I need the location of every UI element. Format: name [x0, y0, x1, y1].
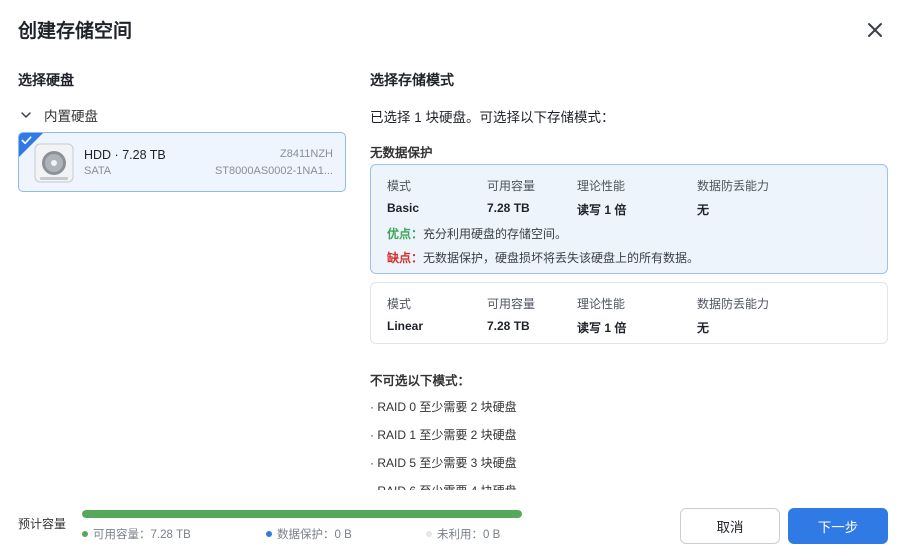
- col-header-mode: 模式: [387, 179, 412, 193]
- cons-text: 无数据保护，硬盘损坏将丢失该硬盘上的所有数据。: [423, 251, 700, 265]
- mode-capacity: 7.28 TB: [487, 201, 530, 215]
- col-header-performance: 理论性能: [577, 179, 626, 193]
- capacity-bar: [82, 510, 522, 518]
- legend-unused: 未利用：0 B: [426, 526, 500, 542]
- mode-pros: 优点：充分利用硬盘的存储空间。: [387, 225, 567, 242]
- next-button[interactable]: 下一步: [788, 508, 888, 544]
- legend-dot-unused: [426, 531, 432, 537]
- hard-drive-icon: [34, 143, 74, 183]
- mode-protection: 无: [697, 321, 710, 335]
- disk-card[interactable]: HDD · 7.28 TB SATA Z8411NZH ST8000AS0002…: [18, 132, 346, 192]
- pros-label: 优点：: [387, 227, 424, 241]
- no-protection-heading: 无数据保护: [370, 146, 433, 160]
- col-header-protection: 数据防丢能力: [697, 297, 770, 311]
- internal-disks-toggle[interactable]: 内置硬盘: [20, 106, 98, 124]
- select-disk-heading: 选择硬盘: [18, 72, 74, 88]
- legend-label: 未利用：0 B: [437, 529, 501, 541]
- mode-performance: 读写 1 倍: [577, 203, 627, 217]
- col-header-protection: 数据防丢能力: [697, 179, 770, 193]
- close-icon[interactable]: [863, 18, 887, 42]
- estimated-capacity-label: 预计容量: [18, 517, 67, 531]
- unavailable-item: · RAID 6 至少需要 4 块硬盘: [370, 482, 890, 490]
- internal-disks-label: 内置硬盘: [44, 109, 98, 124]
- mode-capacity: 7.28 TB: [487, 319, 530, 333]
- legend-protection: 数据保护：0 B: [266, 526, 352, 542]
- unavailable-item: · RAID 1 至少需要 2 块硬盘: [370, 428, 517, 442]
- legend-label: 可用容量：7.28 TB: [93, 529, 191, 541]
- disk-serial: Z8411NZH: [280, 148, 333, 160]
- cons-label: 缺点：: [387, 251, 424, 265]
- mode-card-linear[interactable]: 模式 可用容量 理论性能 数据防丢能力 Linear 7.28 TB 读写 1 …: [370, 282, 888, 344]
- mode-cons: 缺点：无数据保护，硬盘损坏将丢失该硬盘上的所有数据。: [387, 249, 699, 266]
- legend-dot-protection: [266, 531, 272, 537]
- col-header-capacity: 可用容量: [487, 179, 536, 193]
- capacity-bar-fill: [82, 510, 522, 518]
- unavailable-item: · RAID 0 至少需要 2 块硬盘: [370, 400, 517, 414]
- mode-performance: 读写 1 倍: [577, 321, 627, 335]
- legend-dot-available: [82, 531, 88, 537]
- legend-available: 可用容量：7.28 TB: [82, 526, 191, 542]
- unavailable-mode-list: · RAID 0 至少需要 2 块硬盘 · RAID 1 至少需要 2 块硬盘 …: [370, 398, 890, 490]
- pros-text: 充分利用硬盘的存储空间。: [423, 227, 568, 241]
- mode-name: Basic: [387, 201, 420, 215]
- mode-name: Linear: [387, 319, 424, 333]
- col-header-capacity: 可用容量: [487, 297, 536, 311]
- selection-intro: 已选择 1 块硬盘。可选择以下存储模式：: [370, 110, 615, 125]
- mode-protection: 无: [697, 203, 710, 217]
- cancel-button[interactable]: 取消: [680, 508, 780, 544]
- disk-interface: SATA: [84, 165, 112, 177]
- check-icon: [21, 136, 32, 145]
- chevron-down-icon: [21, 112, 31, 118]
- select-mode-heading: 选择存储模式: [370, 72, 454, 88]
- disk-name: HDD · 7.28 TB: [84, 148, 166, 162]
- dialog-title: 创建存储空间: [18, 21, 133, 42]
- col-header-mode: 模式: [387, 297, 412, 311]
- unavailable-heading: 不可选以下模式：: [370, 374, 471, 388]
- disk-model: ST8000AS0002-1NA1...: [214, 165, 333, 177]
- mode-card-basic[interactable]: 模式 可用容量 理论性能 数据防丢能力 Basic 7.28 TB 读写 1 倍…: [370, 164, 888, 274]
- unavailable-item: · RAID 5 至少需要 3 块硬盘: [370, 456, 517, 470]
- legend-label: 数据保护：0 B: [277, 529, 352, 541]
- col-header-performance: 理论性能: [577, 297, 626, 311]
